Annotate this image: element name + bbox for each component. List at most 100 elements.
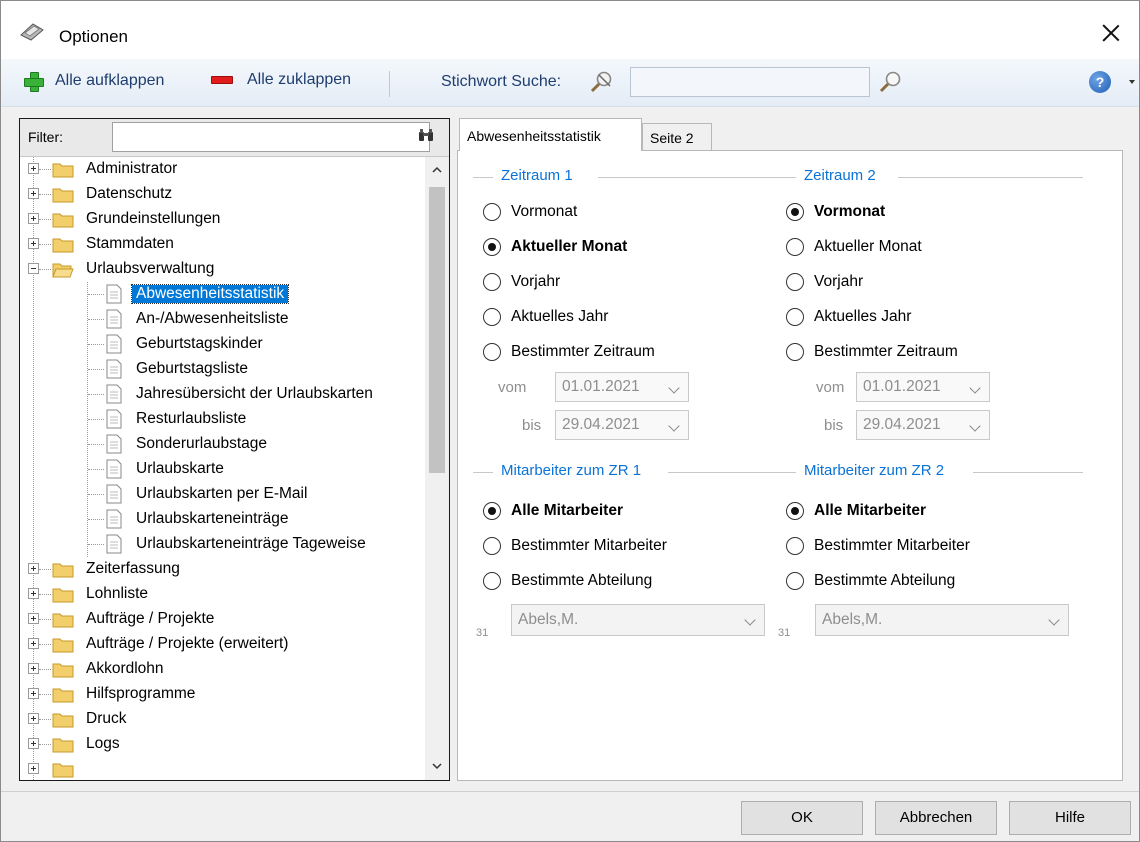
- radio-z2-bestimmter-zeitraum[interactable]: Bestimmter Zeitraum: [786, 343, 958, 361]
- scroll-down-icon[interactable]: [432, 761, 442, 771]
- chevron-down-icon[interactable]: [744, 614, 756, 626]
- radio-button[interactable]: [786, 572, 804, 590]
- z1-vom-date-field[interactable]: 01.01.2021: [555, 372, 689, 402]
- radio-m2-bestimmter-mitarbeiter[interactable]: Bestimmter Mitarbeiter: [786, 537, 970, 555]
- binoculars-icon[interactable]: [418, 127, 434, 143]
- chevron-down-icon[interactable]: [969, 420, 981, 432]
- radio-z2-vormonat[interactable]: Vormonat: [786, 203, 885, 221]
- radio-z1-bestimmter-zeitraum[interactable]: Bestimmter Zeitraum: [483, 343, 655, 361]
- expand-icon[interactable]: [28, 713, 39, 724]
- radio-z1-vormonat[interactable]: Vormonat: [483, 203, 577, 221]
- scroll-up-icon[interactable]: [432, 165, 442, 175]
- expand-all-button[interactable]: Alle aufklappen: [23, 71, 164, 92]
- radio-button[interactable]: [483, 572, 501, 590]
- radio-button[interactable]: [786, 343, 804, 361]
- m1-employee-select[interactable]: Abels,M.: [511, 604, 765, 636]
- radio-z2-aktuelles-jahr[interactable]: Aktuelles Jahr: [786, 308, 911, 326]
- radio-button[interactable]: [483, 273, 501, 291]
- radio-m1-alle-mitarbeiter[interactable]: Alle Mitarbeiter: [483, 502, 623, 520]
- radio-z2-aktueller-monat[interactable]: Aktueller Monat: [786, 238, 922, 256]
- cancel-button[interactable]: Abbrechen: [875, 801, 997, 835]
- tree-child-item[interactable]: Geburtstagsliste: [20, 357, 424, 382]
- radio-z2-vorjahr[interactable]: Vorjahr: [786, 273, 863, 291]
- tree-child-item[interactable]: Urlaubskarten per E-Mail: [20, 482, 424, 507]
- filter-input[interactable]: [112, 122, 430, 152]
- tree-item-akkordlohn[interactable]: Akkordlohn: [20, 657, 424, 682]
- radio-z1-aktueller-monat[interactable]: Aktueller Monat: [483, 238, 627, 256]
- m2-employee-select[interactable]: Abels,M.: [815, 604, 1069, 636]
- tree-child-item[interactable]: Urlaubskarteneinträge: [20, 507, 424, 532]
- tree-item-administrator[interactable]: Administrator: [20, 157, 424, 182]
- radio-button[interactable]: [483, 343, 501, 361]
- radio-button[interactable]: [483, 537, 501, 555]
- expand-icon[interactable]: [28, 163, 39, 174]
- expand-icon[interactable]: [28, 638, 39, 649]
- tree-item-datenschutz[interactable]: Datenschutz: [20, 182, 424, 207]
- tree-item-lohnliste[interactable]: Lohnliste: [20, 582, 424, 607]
- radio-button[interactable]: [786, 273, 804, 291]
- tree-item-druck[interactable]: Druck: [20, 707, 424, 732]
- tree-child-item[interactable]: Resturlaubsliste: [20, 407, 424, 432]
- scroll-thumb[interactable]: [429, 187, 445, 473]
- expand-icon[interactable]: [28, 238, 39, 249]
- tree-item-logs[interactable]: Logs: [20, 732, 424, 757]
- search-icon[interactable]: [878, 70, 904, 94]
- z2-vom-date-field[interactable]: 01.01.2021: [856, 372, 990, 402]
- expand-icon[interactable]: [28, 613, 39, 624]
- radio-button[interactable]: [786, 537, 804, 555]
- radio-m2-bestimmte-abteilung[interactable]: Bestimmte Abteilung: [786, 572, 955, 590]
- tree-child-item[interactable]: Sonderurlaubstage: [20, 432, 424, 457]
- tree-item-auftraege-projekte[interactable]: Aufträge / Projekte: [20, 607, 424, 632]
- radio-z1-vorjahr[interactable]: Vorjahr: [483, 273, 560, 291]
- tree-child-abwesenheitsstatistik[interactable]: Abwesenheitsstatistik: [20, 282, 424, 307]
- radio-m2-alle-mitarbeiter[interactable]: Alle Mitarbeiter: [786, 502, 926, 520]
- radio-button[interactable]: [483, 308, 501, 326]
- chevron-down-icon[interactable]: [969, 382, 981, 394]
- radio-button[interactable]: [483, 238, 501, 256]
- tree-item-stammdaten[interactable]: Stammdaten: [20, 232, 424, 257]
- tree-item-hilfsprogramme[interactable]: Hilfsprogramme: [20, 682, 424, 707]
- radio-m1-bestimmter-mitarbeiter[interactable]: Bestimmter Mitarbeiter: [483, 537, 667, 555]
- ok-button[interactable]: OK: [741, 801, 863, 835]
- radio-m1-bestimmte-abteilung[interactable]: Bestimmte Abteilung: [483, 572, 652, 590]
- expand-icon[interactable]: [28, 763, 39, 774]
- expand-icon[interactable]: [28, 213, 39, 224]
- tree-item-zeiterfassung[interactable]: Zeiterfassung: [20, 557, 424, 582]
- search-input[interactable]: [630, 67, 870, 97]
- z2-bis-date-field[interactable]: 29.04.2021: [856, 410, 990, 440]
- tree-child-item[interactable]: Jahresübersicht der Urlaubskarten: [20, 382, 424, 407]
- chevron-down-icon[interactable]: [668, 382, 680, 394]
- radio-button[interactable]: [786, 203, 804, 221]
- tab-seite-2[interactable]: Seite 2: [642, 123, 712, 151]
- help-icon[interactable]: ?: [1089, 71, 1111, 93]
- expand-icon[interactable]: [28, 688, 39, 699]
- radio-button[interactable]: [786, 502, 804, 520]
- z1-bis-date-field[interactable]: 29.04.2021: [555, 410, 689, 440]
- expand-icon[interactable]: [28, 738, 39, 749]
- expand-icon[interactable]: [28, 588, 39, 599]
- tree-item-grundeinstellungen[interactable]: Grundeinstellungen: [20, 207, 424, 232]
- tree-child-item[interactable]: Urlaubskarte: [20, 457, 424, 482]
- help-button[interactable]: Hilfe: [1009, 801, 1131, 835]
- tree-item-partial[interactable]: [20, 757, 424, 780]
- tree-item-urlaubsverwaltung[interactable]: Urlaubsverwaltung: [20, 257, 424, 282]
- collapse-all-button[interactable]: Alle zuklappen: [211, 71, 351, 89]
- search-clear-icon[interactable]: [589, 70, 615, 94]
- tree-child-item[interactable]: Geburtstagskinder: [20, 332, 424, 357]
- radio-button[interactable]: [786, 238, 804, 256]
- radio-z1-aktuelles-jahr[interactable]: Aktuelles Jahr: [483, 308, 608, 326]
- collapse-icon[interactable]: [28, 263, 39, 274]
- radio-button[interactable]: [786, 308, 804, 326]
- tree-scrollbar[interactable]: [425, 157, 449, 780]
- radio-button[interactable]: [483, 502, 501, 520]
- tree-child-item[interactable]: An-/Abwesenheitsliste: [20, 307, 424, 332]
- expand-icon[interactable]: [28, 563, 39, 574]
- tree-item-auftraege-projekte-erweitert[interactable]: Aufträge / Projekte (erweitert): [20, 632, 424, 657]
- tab-abwesenheitsstatistik[interactable]: Abwesenheitsstatistik: [459, 118, 642, 151]
- radio-button[interactable]: [483, 203, 501, 221]
- expand-icon[interactable]: [28, 663, 39, 674]
- tree-child-item[interactable]: Urlaubskarteneinträge Tageweise: [20, 532, 424, 557]
- chevron-down-icon[interactable]: [1048, 614, 1060, 626]
- help-dropdown-arrow-icon[interactable]: [1129, 80, 1135, 84]
- close-icon[interactable]: [1097, 19, 1125, 47]
